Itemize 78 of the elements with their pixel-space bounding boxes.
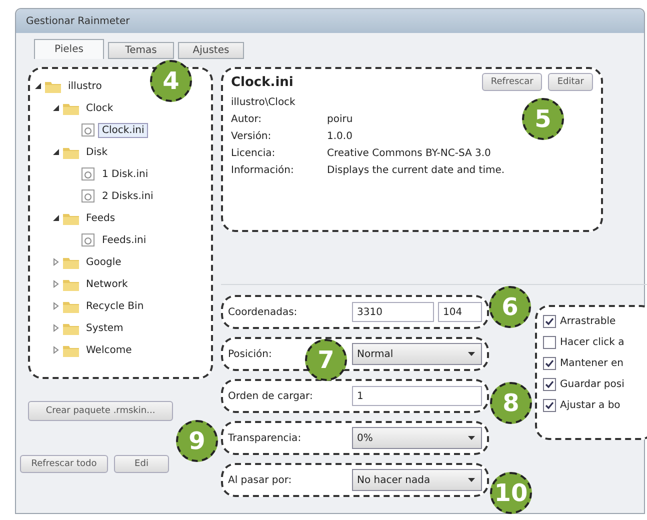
coordinate-field[interactable]: 3310 bbox=[352, 302, 434, 322]
option-label: Hacer click a bbox=[560, 337, 624, 348]
skin-path: illustro\Clock bbox=[231, 97, 296, 108]
dropdown-caret-icon bbox=[468, 478, 475, 482]
checkbox[interactable] bbox=[543, 336, 556, 349]
expand-arrow-icon[interactable] bbox=[52, 346, 60, 354]
folder-icon bbox=[63, 322, 79, 334]
dropdown-caret-icon bbox=[468, 436, 475, 440]
info-value: 1.0.0 bbox=[327, 131, 352, 142]
skin-file-item[interactable]: 2 Disks.ini bbox=[98, 188, 158, 204]
info-value: Displays the current date and time. bbox=[327, 165, 505, 176]
tab[interactable]: Temas bbox=[108, 42, 174, 59]
folder-icon bbox=[63, 256, 79, 268]
folder-item[interactable]: Disk bbox=[82, 144, 112, 160]
checkbox[interactable] bbox=[543, 357, 556, 370]
checkbox[interactable] bbox=[543, 315, 556, 328]
dropdown[interactable]: No hacer nada bbox=[352, 469, 482, 491]
folder-icon bbox=[63, 278, 79, 290]
info-label: Licencia: bbox=[231, 148, 276, 159]
setting-label: Posición: bbox=[228, 348, 272, 360]
collapse-arrow-icon[interactable] bbox=[52, 104, 60, 112]
folder-icon bbox=[63, 146, 79, 158]
folder-item[interactable]: illustro bbox=[64, 78, 106, 94]
folder-item[interactable]: Clock bbox=[82, 100, 118, 116]
dropdown[interactable]: 0% bbox=[352, 427, 482, 449]
file-icon bbox=[81, 123, 95, 137]
setting-label: Transparencia: bbox=[228, 432, 302, 444]
folder-icon bbox=[63, 300, 79, 312]
setting-label: Orden de cargar: bbox=[228, 390, 313, 402]
collapse-arrow-icon[interactable] bbox=[52, 214, 60, 222]
info-label: Versión: bbox=[231, 131, 272, 142]
option-label: Guardar posi bbox=[560, 379, 624, 390]
action-button[interactable]: Refrescar bbox=[482, 73, 542, 91]
skin-file-item[interactable]: 1 Disk.ini bbox=[98, 166, 152, 182]
input-field[interactable]: 1 bbox=[352, 386, 482, 406]
folder-item[interactable]: Welcome bbox=[82, 342, 136, 358]
folder-icon bbox=[63, 212, 79, 224]
dropdown[interactable]: Normal bbox=[352, 343, 482, 365]
coordinate-field[interactable]: 104 bbox=[438, 302, 482, 322]
folder-item[interactable]: Google bbox=[82, 254, 126, 270]
footer-button[interactable]: Refrescar todo bbox=[20, 455, 108, 473]
file-icon bbox=[81, 189, 95, 203]
folder-item[interactable]: Recycle Bin bbox=[82, 298, 148, 314]
tab[interactable]: Pieles bbox=[34, 39, 104, 59]
info-label: Información: bbox=[231, 165, 295, 176]
folder-item[interactable]: Network bbox=[82, 276, 132, 292]
info-value: poiru bbox=[327, 114, 353, 125]
option-label: Arrastrable bbox=[560, 316, 616, 327]
folder-icon bbox=[45, 80, 61, 92]
option-label: Ajustar a bo bbox=[560, 400, 620, 411]
file-icon bbox=[81, 233, 95, 247]
skin-title: Clock.ini bbox=[231, 74, 294, 90]
action-button[interactable]: Editar bbox=[548, 73, 593, 91]
skin-file-item[interactable]: Clock.ini bbox=[98, 122, 148, 138]
setting-label: Coordenadas: bbox=[228, 306, 298, 318]
folder-icon bbox=[63, 102, 79, 114]
file-icon bbox=[81, 167, 95, 181]
setting-label: Al pasar por: bbox=[228, 474, 292, 486]
collapse-arrow-icon[interactable] bbox=[34, 82, 42, 90]
info-value: Creative Commons BY-NC-SA 3.0 bbox=[327, 148, 491, 159]
expand-arrow-icon[interactable] bbox=[52, 324, 60, 332]
folder-icon bbox=[63, 344, 79, 356]
window-title: Gestionar Rainmeter bbox=[26, 16, 130, 26]
info-label: Autor: bbox=[231, 114, 263, 125]
folder-item[interactable]: System bbox=[82, 320, 128, 336]
footer-button[interactable]: Edi bbox=[114, 455, 169, 473]
expand-arrow-icon[interactable] bbox=[52, 280, 60, 288]
checkbox[interactable] bbox=[543, 378, 556, 391]
option-label: Mantener en bbox=[560, 358, 624, 369]
tab[interactable]: Ajustes bbox=[178, 42, 244, 59]
package-button[interactable]: Crear paquete .rmskin... bbox=[28, 401, 173, 421]
dropdown-caret-icon bbox=[468, 352, 475, 356]
expand-arrow-icon[interactable] bbox=[52, 258, 60, 266]
checkbox[interactable] bbox=[543, 399, 556, 412]
folder-item[interactable]: Feeds bbox=[82, 210, 120, 226]
collapse-arrow-icon[interactable] bbox=[52, 148, 60, 156]
expand-arrow-icon[interactable] bbox=[52, 302, 60, 310]
skin-file-item[interactable]: Feeds.ini bbox=[98, 232, 150, 248]
